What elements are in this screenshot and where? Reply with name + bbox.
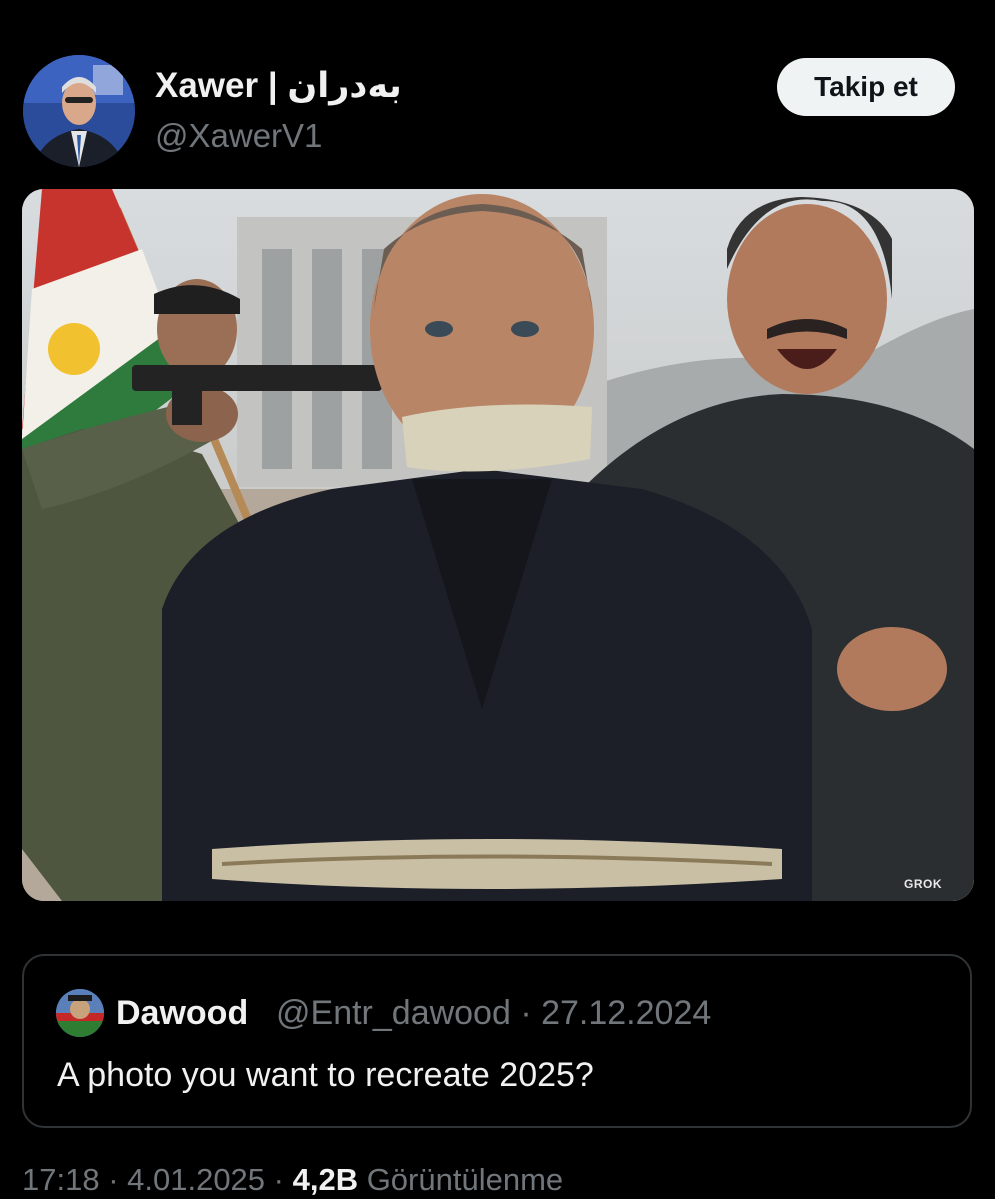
author-handle[interactable]: @XawerV1 (155, 117, 322, 155)
photo-icon (22, 189, 974, 901)
post-photo[interactable]: GROK (22, 189, 974, 901)
follow-button[interactable]: Takip et (777, 58, 955, 116)
quoted-post-card[interactable]: Dawood @Entr_dawood · 27.12.2024 A photo… (22, 954, 972, 1128)
views-label: Görüntülenme (358, 1162, 564, 1197)
quoted-author-meta: @Entr_dawood · 27.12.2024 (276, 994, 712, 1032)
author-avatar[interactable] (23, 55, 135, 167)
quoted-author-name[interactable]: Dawood (116, 994, 248, 1033)
grok-watermark: GROK (904, 877, 942, 891)
author-display-name[interactable]: Xawer | بەدران (155, 66, 402, 106)
post-footer: 17:18 · 4.01.2025 · 4,2B Görüntülenme (22, 1162, 563, 1198)
quoted-post-text: A photo you want to recreate 2025? (57, 1056, 594, 1094)
post-timestamp[interactable]: 17:18 · 4.01.2025 · (22, 1162, 293, 1197)
views-count: 4,2B (292, 1162, 359, 1197)
quoted-author-avatar[interactable] (56, 989, 104, 1037)
